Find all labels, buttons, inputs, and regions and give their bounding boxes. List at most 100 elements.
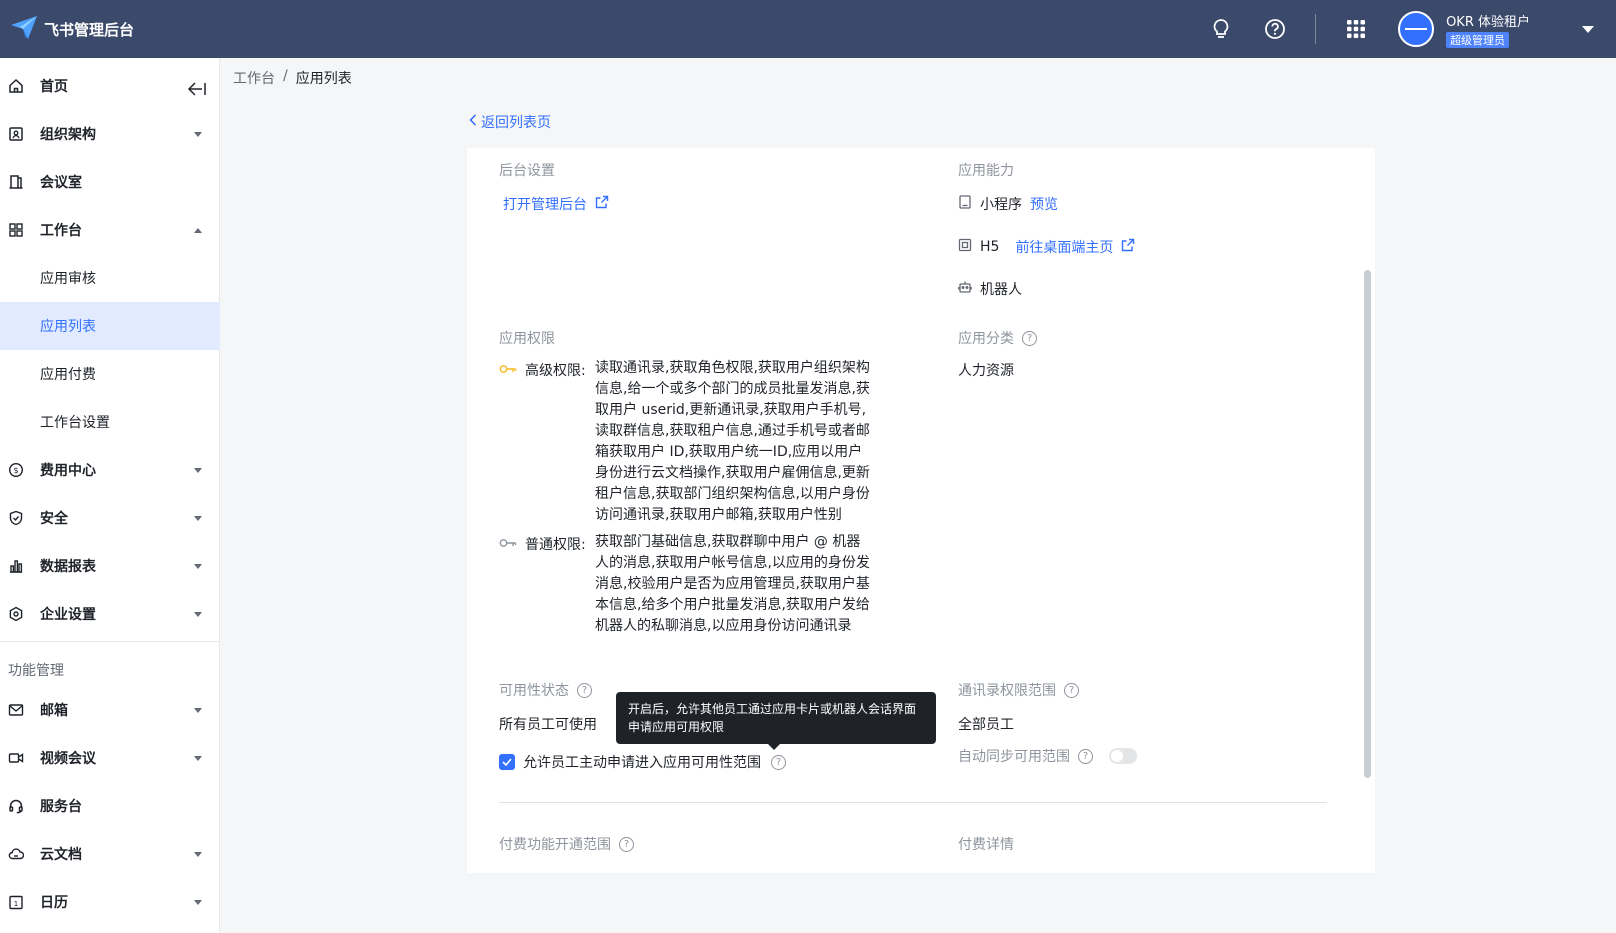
auto-sync-toggle[interactable] xyxy=(1109,748,1137,764)
sidebar-item-org[interactable]: 组织架构 xyxy=(0,110,220,158)
sidebar-subitem-app-list[interactable]: 应用列表 xyxy=(0,302,220,350)
sidebar-item-label: 邮箱 xyxy=(40,703,68,719)
h5-label: H5 xyxy=(980,239,1000,255)
key-gold-icon xyxy=(499,362,517,378)
sidebar-item-calendar[interactable]: 1 日历 xyxy=(0,878,220,926)
bulb-icon[interactable] xyxy=(1209,17,1233,41)
tenant-info[interactable]: OKR 体验租户 超级管理员 xyxy=(1446,11,1530,48)
chevron-down-icon xyxy=(194,563,202,569)
chevron-down-icon xyxy=(194,851,202,857)
sidebar-item-billing[interactable]: $ 费用中心 xyxy=(0,446,220,494)
door-icon xyxy=(7,173,25,191)
breadcrumb-root[interactable]: 工作台 xyxy=(233,68,275,88)
apps-grid-icon[interactable] xyxy=(1344,17,1368,41)
paid-detail-title: 付费详情 xyxy=(958,837,1014,853)
back-link-label: 返回列表页 xyxy=(481,115,551,131)
help-circle-icon[interactable]: ? xyxy=(1064,682,1079,698)
tooltip: 开启后，允许其他员工通过应用卡片或机器人会话界面申请应用可用权限 xyxy=(616,692,936,750)
sidebar-item-label: 云文档 xyxy=(40,847,82,863)
contacts-scope-title: 通讯录权限范围 ? xyxy=(958,680,1079,700)
external-link-icon[interactable] xyxy=(1121,238,1135,256)
sidebar-subitem-app-review[interactable]: 应用审核 xyxy=(0,254,220,302)
help-circle-icon[interactable]: ? xyxy=(1078,748,1093,764)
sidebar-item-cloud-docs[interactable]: 云文档 xyxy=(0,830,220,878)
sidebar-item-label: 日历 xyxy=(40,895,68,911)
coin-icon: $ xyxy=(7,461,25,479)
capability-mini-program: 小程序 预览 xyxy=(958,194,1058,214)
paid-scope-title: 付费功能开通范围 ? xyxy=(499,834,634,854)
sidebar-item-label: 组织架构 xyxy=(40,127,96,143)
help-icon[interactable] xyxy=(1263,17,1287,41)
help-circle-icon[interactable]: ? xyxy=(619,836,634,852)
category-value: 人力资源 xyxy=(958,363,1014,379)
bot-label: 机器人 xyxy=(980,282,1022,298)
desktop-home-link[interactable]: 前往桌面端主页 xyxy=(1015,237,1113,257)
sidebar-item-meeting-room[interactable]: 会议室 xyxy=(0,158,220,206)
contacts-scope-value: 全部员工 xyxy=(958,717,1014,733)
top-bar: 飞书管理后台 OKR 体验租户 超级管理员 xyxy=(0,0,1616,58)
account-dropdown-icon[interactable] xyxy=(1582,25,1594,33)
allow-apply-label: 允许员工主动申请进入应用可用性范围 xyxy=(523,755,761,771)
help-circle-icon[interactable]: ? xyxy=(771,754,786,770)
help-circle-icon[interactable]: ? xyxy=(577,682,592,698)
permissions-title: 应用权限 xyxy=(499,331,555,347)
sidebar-item-workbench[interactable]: 工作台 xyxy=(0,206,220,254)
app-detail-card: 后台设置 打开管理后台 应用能力 小程序 预览 H5 前往桌面端主页 机器人 应… xyxy=(467,148,1362,873)
home-icon xyxy=(7,77,25,95)
open-admin-link[interactable]: 打开管理后台 xyxy=(503,194,609,214)
sidebar-subitem-app-payment[interactable]: 应用付费 xyxy=(0,350,220,398)
sidebar-item-enterprise-settings[interactable]: 企业设置 xyxy=(0,590,220,638)
role-badge: 超级管理员 xyxy=(1446,31,1510,48)
chevron-down-icon xyxy=(194,755,202,761)
sidebar-item-label: 企业设置 xyxy=(40,607,96,623)
avatar[interactable] xyxy=(1398,11,1435,47)
preview-link[interactable]: 预览 xyxy=(1030,194,1058,214)
allow-apply-checkbox[interactable] xyxy=(499,754,515,770)
sidebar-item-video-meeting[interactable]: 视频会议 xyxy=(0,734,220,782)
sidebar-item-mail[interactable]: 邮箱 xyxy=(0,686,220,734)
sidebar-item-label: 费用中心 xyxy=(40,463,96,479)
sidebar-item-label: 安全 xyxy=(40,511,68,527)
top-divider xyxy=(1315,14,1317,44)
key-gray-icon xyxy=(499,536,517,552)
cloud-doc-icon xyxy=(7,845,25,863)
scrollbar-thumb[interactable] xyxy=(1364,270,1371,778)
sidebar-subitem-workbench-settings[interactable]: 工作台设置 xyxy=(0,398,220,446)
external-link-icon xyxy=(595,195,609,213)
sidebar-divider xyxy=(0,641,220,642)
help-circle-icon[interactable]: ? xyxy=(1022,330,1037,346)
allow-apply-checkbox-row[interactable]: 允许员工主动申请进入应用可用性范围 ? xyxy=(499,752,786,772)
capability-h5: H5 前往桌面端主页 xyxy=(958,237,1135,257)
availability-title: 可用性状态 ? xyxy=(499,680,592,700)
high-permission-text: 读取通讯录,获取角色权限,获取用户组织架构信息,给一个或多个部门的成员批量发消息… xyxy=(595,360,870,523)
chart-icon xyxy=(7,557,25,575)
backend-settings-title: 后台设置 xyxy=(499,163,555,179)
sidebar-item-helpdesk[interactable]: 服务台 xyxy=(0,782,220,830)
scrollbar[interactable] xyxy=(1361,148,1375,873)
chevron-down-icon xyxy=(194,515,202,521)
sidebar-item-security[interactable]: 安全 xyxy=(0,494,220,542)
app-title: 飞书管理后台 xyxy=(44,20,135,39)
open-admin-label: 打开管理后台 xyxy=(503,197,587,213)
chevron-down-icon xyxy=(194,899,202,905)
collapse-sidebar-icon[interactable] xyxy=(186,80,208,98)
chevron-up-icon xyxy=(194,227,202,233)
back-to-list-link[interactable]: 返回列表页 xyxy=(469,112,551,132)
capability-bot: 机器人 xyxy=(958,279,1022,299)
sidebar-subitem-label: 应用付费 xyxy=(40,367,96,383)
mail-icon xyxy=(7,701,25,719)
headset-icon xyxy=(7,797,25,815)
logo[interactable]: 飞书管理后台 xyxy=(8,11,134,47)
feishu-logo-icon xyxy=(8,11,40,47)
org-icon xyxy=(7,125,25,143)
chevron-down-icon xyxy=(194,611,202,617)
svg-text:1: 1 xyxy=(14,900,18,908)
calendar-icon: 1 xyxy=(7,893,25,911)
breadcrumb-current: 应用列表 xyxy=(295,71,352,87)
sidebar: 首页 组织架构 会议室 工作台 应用审核 应用列表 应用付费 工作台设置 $ 费… xyxy=(0,58,220,933)
sidebar-item-reports[interactable]: 数据报表 xyxy=(0,542,220,590)
sidebar-item-label: 数据报表 xyxy=(40,559,96,575)
sidebar-item-label: 视频会议 xyxy=(40,751,96,767)
settings-icon xyxy=(7,605,25,623)
high-permission-label: 高级权限: xyxy=(525,363,586,379)
